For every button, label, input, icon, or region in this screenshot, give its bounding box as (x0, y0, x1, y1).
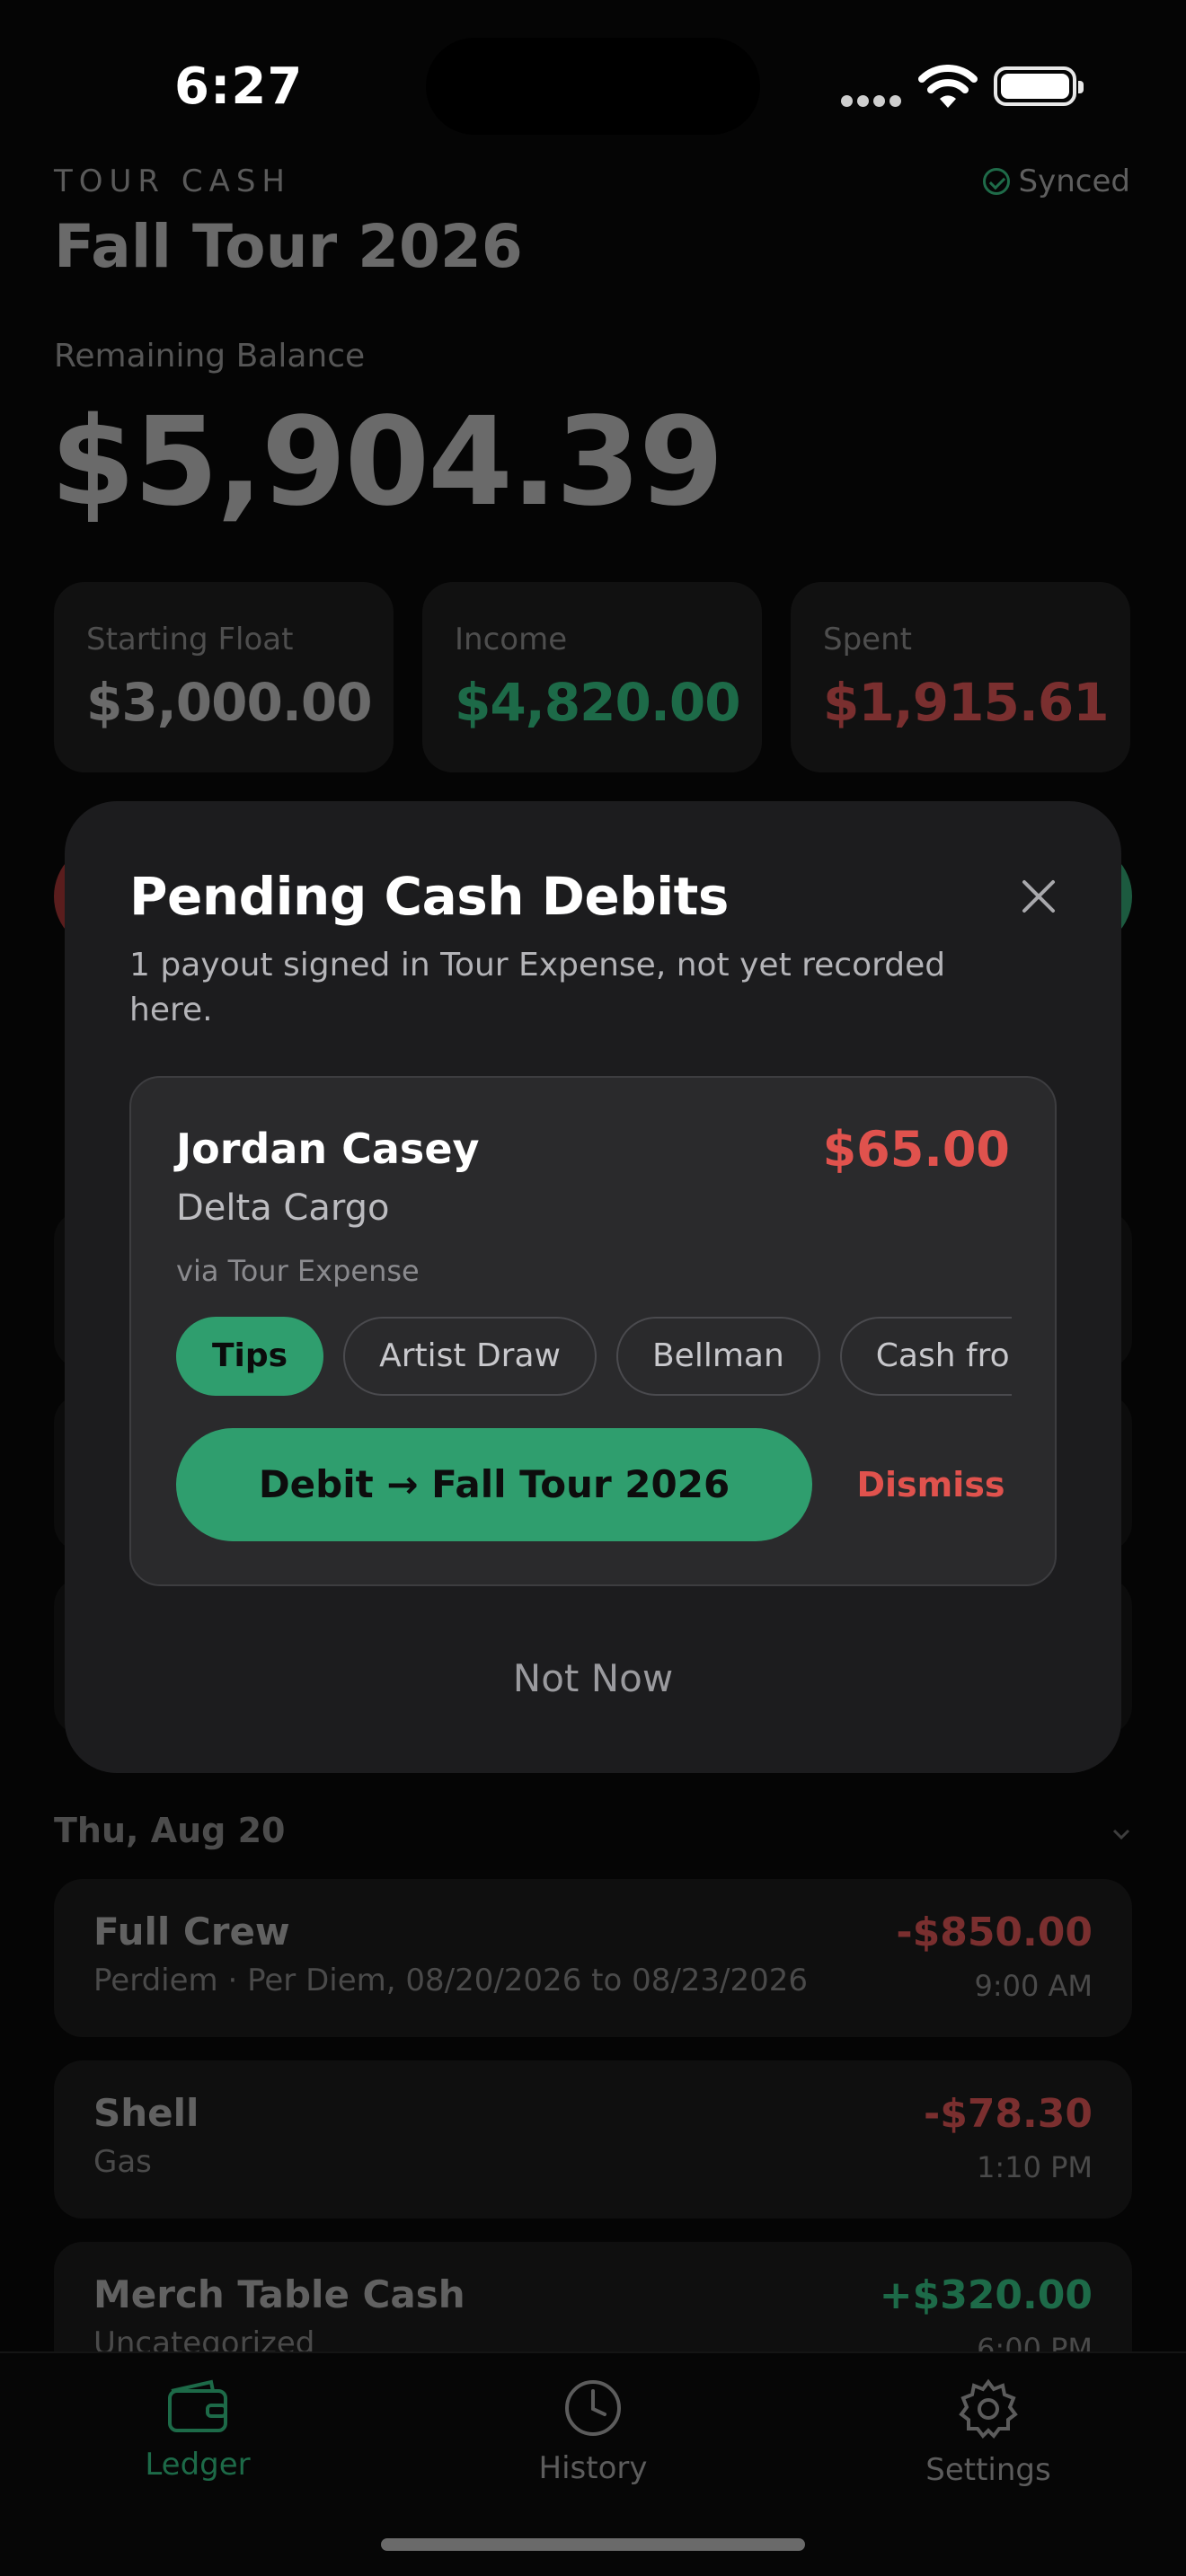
tab-label: Settings (925, 2452, 1051, 2488)
close-icon[interactable] (1012, 869, 1066, 923)
vendor-name: Delta Cargo (176, 1187, 390, 1229)
status-time: 6:27 (174, 57, 304, 116)
tab-settings[interactable]: Settings (890, 2378, 1087, 2488)
stat-card-income: Income $4,820.00 (422, 582, 762, 772)
tour-title[interactable]: Fall Tour 2026 (54, 212, 523, 281)
balance-label: Remaining Balance (54, 338, 366, 375)
source-label: via Tour Expense (176, 1254, 420, 1288)
sync-status-label: Synced (1018, 163, 1130, 199)
dismiss-button[interactable]: Dismiss (850, 1428, 1012, 1541)
pending-debit-card: Jordan Casey $65.00 Delta Cargo via Tour… (129, 1076, 1057, 1586)
category-chips[interactable]: TipsArtist DrawBellmanCash from (176, 1317, 1012, 1398)
not-now-button[interactable]: Not Now (65, 1656, 1121, 1700)
payee-name: Jordan Casey (176, 1125, 480, 1173)
tab-history[interactable]: History (494, 2378, 692, 2486)
stat-label: Spent (823, 622, 912, 657)
app-eyebrow: TOUR CASH (54, 163, 291, 199)
stat-value: $3,000.00 (86, 672, 373, 733)
wallet-icon (168, 2379, 227, 2432)
stat-card-starting-float: Starting Float $3,000.00 (54, 582, 394, 772)
check-circle-icon (982, 168, 1010, 195)
transaction-row[interactable]: Shell Gas -$78.30 1:10 PM (54, 2060, 1132, 2219)
transaction-amount: -$78.30 (923, 2091, 1093, 2137)
tab-label: Ledger (145, 2447, 251, 2483)
pending-debits-modal: Pending Cash Debits 1 payout signed in T… (65, 801, 1121, 1773)
stat-value: $4,820.00 (455, 672, 741, 733)
category-chip-artist-draw[interactable]: Artist Draw (343, 1317, 597, 1396)
balance-value: $5,904.39 (50, 392, 724, 534)
chevron-down-icon[interactable] (1111, 1823, 1132, 1845)
dynamic-island (426, 38, 760, 135)
transaction-amount: -$850.00 (896, 1910, 1093, 1955)
stat-label: Starting Float (86, 622, 294, 657)
debit-amount: $65.00 (822, 1121, 1010, 1178)
wifi-icon (918, 65, 978, 108)
sync-status: Synced (982, 163, 1130, 199)
transaction-time: 9:00 AM (974, 1969, 1093, 2003)
gear-icon (959, 2378, 1018, 2439)
battery-icon (994, 66, 1084, 106)
debit-button[interactable]: Debit → Fall Tour 2026 (176, 1428, 812, 1541)
transaction-category: Perdiem · Per Diem, 08/20/2026 to 08/23/… (93, 1963, 809, 1998)
date-header: Thu, Aug 20 (54, 1811, 286, 1850)
transaction-time: 1:10 PM (977, 2150, 1093, 2184)
stat-value: $1,915.61 (823, 672, 1110, 733)
category-chip-bellman[interactable]: Bellman (615, 1317, 820, 1396)
transaction-category: Gas (93, 2144, 152, 2180)
clock-icon (565, 2380, 621, 2436)
home-indicator[interactable] (381, 2538, 805, 2551)
tab-ledger[interactable]: Ledger (99, 2378, 296, 2483)
category-chip-tips[interactable]: Tips (176, 1317, 324, 1396)
cellular-signal-icon (841, 95, 902, 108)
stat-label: Income (455, 622, 568, 657)
transaction-row[interactable]: Full Crew Perdiem · Per Diem, 08/20/2026… (54, 1879, 1132, 2037)
modal-subtitle: 1 payout signed in Tour Expense, not yet… (129, 947, 946, 1028)
category-chip-cash-from[interactable]: Cash from (839, 1317, 1012, 1396)
tab-label: History (538, 2450, 648, 2486)
stat-card-spent: Spent $1,915.61 (791, 582, 1130, 772)
modal-title: Pending Cash Debits (129, 866, 729, 927)
transaction-amount: +$320.00 (879, 2272, 1093, 2318)
